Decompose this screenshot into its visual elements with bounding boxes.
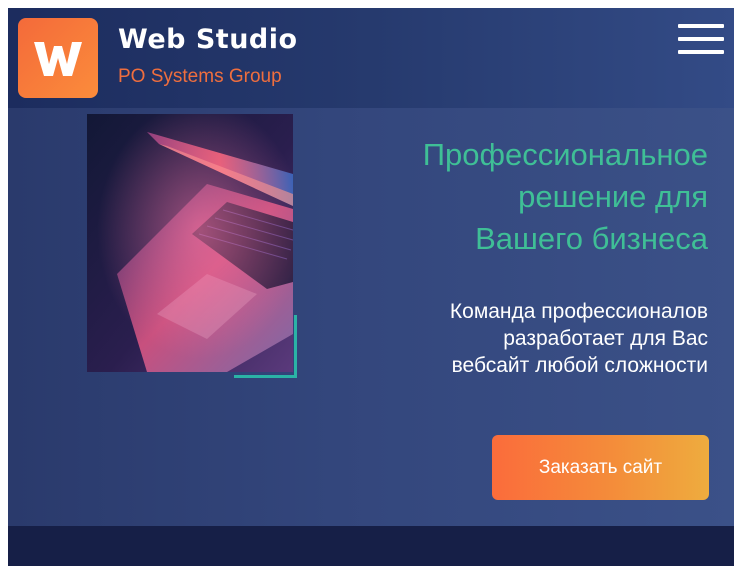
brand-subtitle: PO Systems Group <box>118 66 282 87</box>
headline-line: Вашего бизнеса <box>475 221 708 256</box>
order-site-button[interactable]: Заказать сайт <box>492 435 709 500</box>
menu-bar-top <box>678 24 724 28</box>
menu-bar-middle <box>678 37 724 41</box>
subtext-line: разработает для Вас <box>503 327 708 350</box>
headline-line: Профессиональное <box>422 137 708 172</box>
footer-strip <box>8 526 734 566</box>
page-frame: Web Studio PO Systems Group Профессионал… <box>8 8 734 566</box>
hero-headline: Профессиональное решение для Вашего бизн… <box>288 134 708 260</box>
site-header: Web Studio PO Systems Group <box>8 8 734 108</box>
headline-line: решение для <box>518 179 708 214</box>
hero-subtext: Команда профессионалов разработает для В… <box>288 298 708 379</box>
subtext-line: Команда профессионалов <box>449 300 708 323</box>
logo-w-icon <box>34 42 82 76</box>
logo[interactable] <box>18 18 98 98</box>
brand-title: Web Studio <box>118 24 298 55</box>
menu-bar-bottom <box>678 50 724 54</box>
hamburger-menu-icon[interactable] <box>678 24 724 58</box>
subtext-line: вебсайт любой сложности <box>451 354 708 377</box>
